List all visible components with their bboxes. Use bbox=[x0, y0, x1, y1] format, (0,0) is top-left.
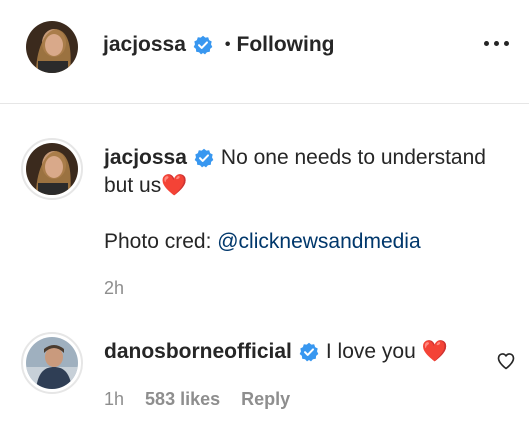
caption-text-line1: No one needs to understand bbox=[220, 146, 486, 169]
avatar-image-jacjossa bbox=[26, 143, 78, 195]
header-avatar[interactable] bbox=[26, 21, 78, 73]
comment-likes[interactable]: 583 likes bbox=[145, 389, 220, 409]
photo-cred-link[interactable]: @clicknewsandmedia bbox=[217, 230, 420, 253]
verified-badge-icon bbox=[194, 148, 214, 168]
comment-body: danosborneofficial I love you ❤️ bbox=[104, 338, 448, 366]
heart-outline-icon bbox=[497, 353, 515, 370]
caption-text-line2: but us bbox=[104, 174, 162, 197]
verified-badge-icon bbox=[299, 342, 319, 362]
caption-username[interactable]: jacjossa bbox=[104, 144, 187, 172]
following-button[interactable]: Following bbox=[237, 33, 335, 57]
post-header: jacjossa • Following bbox=[0, 0, 529, 103]
comment-text: I love you bbox=[325, 340, 416, 363]
more-options-icon[interactable] bbox=[484, 38, 512, 48]
reply-button[interactable]: Reply bbox=[241, 389, 290, 409]
avatar-image-danosborneofficial bbox=[26, 337, 78, 389]
like-comment-button[interactable] bbox=[496, 351, 516, 371]
caption-body: jacjossa No one needs to understand but … bbox=[104, 144, 514, 256]
header-separator: • bbox=[224, 36, 231, 53]
heart-emoji: ❤️ bbox=[421, 340, 448, 363]
comment-timestamp: 1h bbox=[104, 389, 125, 409]
comment-meta: 1h 583 likes Reply bbox=[104, 389, 290, 410]
comment-username[interactable]: danosborneofficial bbox=[104, 338, 292, 366]
caption-avatar[interactable] bbox=[21, 138, 83, 200]
caption-timestamp: 2h bbox=[104, 278, 125, 298]
comment-avatar[interactable] bbox=[21, 332, 83, 394]
header-username[interactable]: jacjossa bbox=[103, 33, 186, 57]
photo-cred-label: Photo cred: bbox=[104, 230, 218, 253]
heart-emoji: ❤️ bbox=[161, 174, 188, 197]
avatar-image-jacjossa bbox=[26, 21, 78, 73]
header-divider bbox=[0, 103, 529, 104]
verified-badge-icon bbox=[193, 35, 213, 55]
